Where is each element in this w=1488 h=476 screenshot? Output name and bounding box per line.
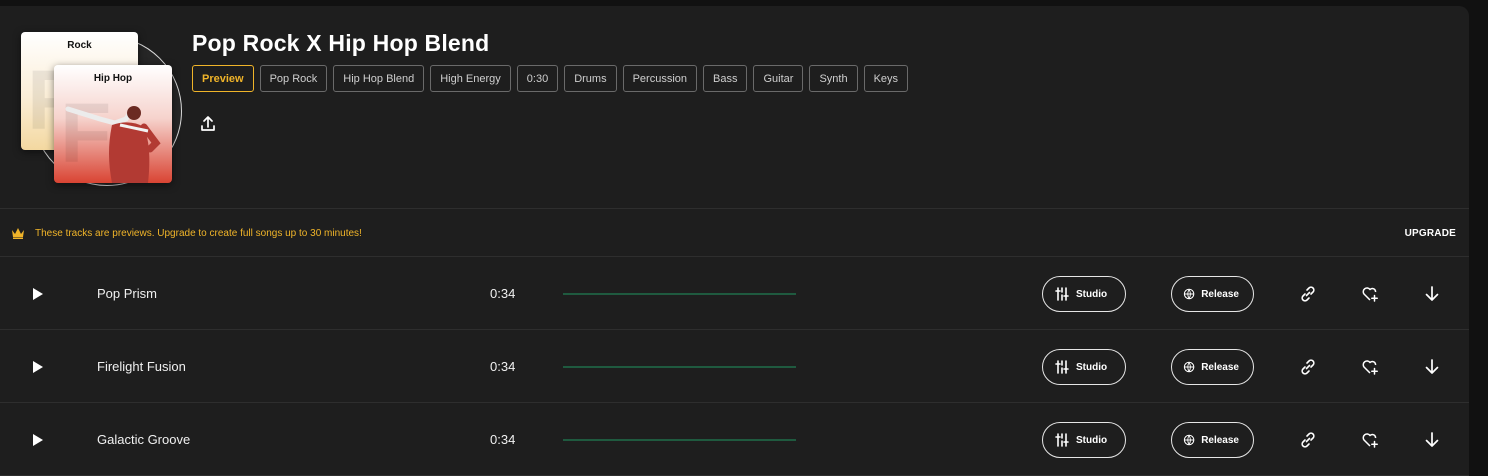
- release-button[interactable]: Release: [1171, 349, 1254, 385]
- release-button[interactable]: Release: [1171, 276, 1254, 312]
- studio-label: Studio: [1076, 361, 1108, 373]
- tag-high-energy[interactable]: High Energy: [430, 65, 511, 92]
- dancer-illustration: [65, 106, 161, 183]
- playlist-panel: Rock F Hip Hop F Pop Rock X Hip Hop Blen…: [0, 6, 1469, 476]
- waveform-progress[interactable]: [563, 366, 796, 368]
- hiphop-cover-card: Hip Hop F: [54, 65, 172, 183]
- track-row: Galactic Groove 0:34 Studio Release: [0, 403, 1469, 476]
- tag-hip-hop-blend[interactable]: Hip Hop Blend: [333, 65, 425, 92]
- globe-icon: [1183, 361, 1195, 373]
- play-icon[interactable]: [32, 360, 44, 374]
- studio-label: Studio: [1076, 288, 1108, 300]
- globe-icon: [1183, 434, 1195, 446]
- waveform-progress[interactable]: [563, 293, 796, 295]
- track-duration: 0:34: [490, 432, 516, 447]
- track-name[interactable]: Pop Prism: [97, 286, 157, 301]
- tag-pop-rock[interactable]: Pop Rock: [259, 65, 328, 92]
- link-icon[interactable]: [1299, 358, 1317, 376]
- download-icon[interactable]: [1423, 431, 1441, 449]
- studio-label: Studio: [1076, 434, 1108, 446]
- playlist-title: Pop Rock X Hip Hop Blend: [192, 30, 490, 56]
- heart-plus-icon[interactable]: [1361, 285, 1379, 303]
- studio-button[interactable]: Studio: [1042, 276, 1126, 312]
- tag-guitar[interactable]: Guitar: [753, 65, 804, 92]
- tag-synth[interactable]: Synth: [809, 65, 858, 92]
- sliders-icon: [1055, 433, 1069, 447]
- link-icon[interactable]: [1299, 285, 1317, 303]
- globe-icon: [1183, 288, 1195, 300]
- share-icon[interactable]: [198, 114, 218, 134]
- preview-banner: These tracks are previews. Upgrade to cr…: [0, 209, 1469, 257]
- play-icon[interactable]: [32, 433, 44, 447]
- release-button[interactable]: Release: [1171, 422, 1254, 458]
- playlist-header: Rock F Hip Hop F Pop Rock X Hip Hop Blen…: [0, 6, 1469, 209]
- track-duration: 0:34: [490, 359, 516, 374]
- tag-preview[interactable]: Preview: [192, 65, 254, 92]
- preview-message: These tracks are previews. Upgrade to cr…: [35, 228, 362, 239]
- playlist-cover-art: Rock F Hip Hop F: [20, 30, 182, 190]
- link-icon[interactable]: [1299, 431, 1317, 449]
- track-row: Firelight Fusion 0:34 Studio Release: [0, 330, 1469, 403]
- track-duration: 0:34: [490, 286, 516, 301]
- rock-cover-label: Rock: [67, 40, 92, 51]
- release-label: Release: [1201, 361, 1239, 373]
- tag-list: Preview Pop Rock Hip Hop Blend High Ener…: [192, 65, 909, 92]
- track-name[interactable]: Galactic Groove: [97, 432, 190, 447]
- play-icon[interactable]: [32, 287, 44, 301]
- release-label: Release: [1201, 434, 1239, 446]
- sliders-icon: [1055, 287, 1069, 301]
- heart-plus-icon[interactable]: [1361, 431, 1379, 449]
- sliders-icon: [1055, 360, 1069, 374]
- crown-icon: [12, 228, 24, 239]
- waveform-progress[interactable]: [563, 439, 796, 441]
- studio-button[interactable]: Studio: [1042, 422, 1126, 458]
- tag-keys[interactable]: Keys: [863, 65, 909, 92]
- track-row: Pop Prism 0:34 Studio Release: [0, 257, 1469, 330]
- download-icon[interactable]: [1423, 285, 1441, 303]
- download-icon[interactable]: [1423, 358, 1441, 376]
- heart-plus-icon[interactable]: [1361, 358, 1379, 376]
- tag-duration[interactable]: 0:30: [516, 65, 559, 92]
- tag-percussion[interactable]: Percussion: [622, 65, 698, 92]
- tag-bass[interactable]: Bass: [703, 65, 748, 92]
- studio-button[interactable]: Studio: [1042, 349, 1126, 385]
- tag-drums[interactable]: Drums: [564, 65, 617, 92]
- track-name[interactable]: Firelight Fusion: [97, 359, 186, 374]
- release-label: Release: [1201, 288, 1239, 300]
- upgrade-button[interactable]: UPGRADE: [1405, 228, 1456, 239]
